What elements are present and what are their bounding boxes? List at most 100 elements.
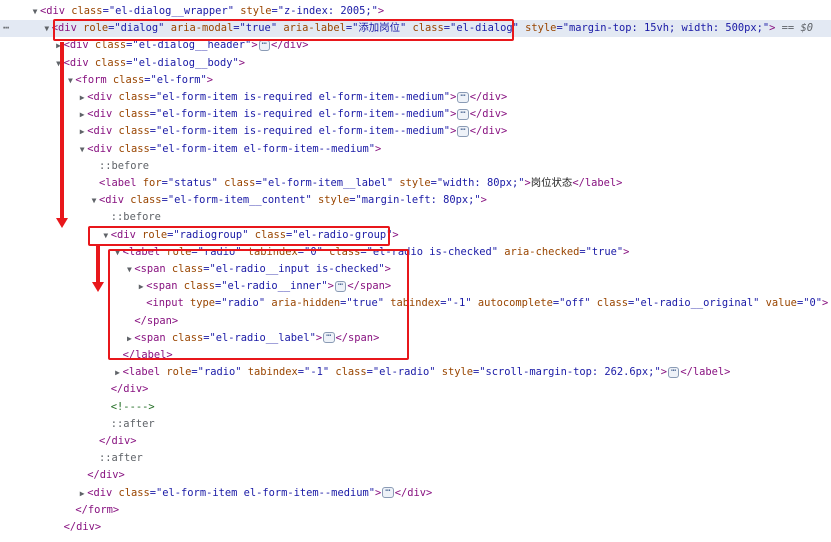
dom-node-row[interactable]: ▶ <label role="radio" tabindex="-1" class… [0,364,831,381]
attr-name: style [393,177,431,189]
tag-token: </div> [394,486,433,499]
punctuation: =" [255,177,268,189]
text-node: 岗位状态 [530,177,573,189]
attr-value: el-form-item el-form-item--medium [162,142,369,155]
attr-value: el-radio [379,366,430,379]
punctuation: =" [144,73,157,86]
collapse-triangle-icon[interactable]: ▼ [89,192,99,209]
tag-token: > [377,5,385,17]
collapse-triangle-icon[interactable]: ▼ [65,72,75,89]
dom-node-row[interactable]: ::after [0,450,831,467]
ellipsis-icon[interactable]: ⋯ [667,366,680,378]
attr-value: el-dialog__body [138,56,233,69]
dom-node-row[interactable]: ▶ <div class="el-form-item is-required el… [0,89,831,106]
attr-value: width: 80px; [443,177,519,189]
dom-node-row[interactable]: </div> [0,467,831,484]
attr-name: aria-checked [498,245,580,258]
punctuation: =" [149,91,163,103]
tag-token: > [480,194,487,207]
comment-node: <!----> [110,400,155,413]
pseudo-element: ::before [110,211,161,224]
tag-token: </div> [110,383,149,396]
dom-node-row[interactable]: ▼ <form class="el-form"> [0,72,831,89]
ellipsis-icon[interactable]: ⋯ [457,125,469,137]
attr-name: value [759,297,797,310]
collapse-triangle-icon[interactable]: ▼ [42,20,52,37]
tag-token: > [450,91,457,103]
collapse-triangle-icon[interactable]: ▼ [77,141,87,158]
punctuation: =" [440,297,453,310]
annotation-box-radiogroup [88,226,390,246]
punctuation: =" [149,486,163,499]
attr-value: el-form-item__label [267,177,387,189]
dom-node-row[interactable]: ▶ <div class="el-form-item is-required el… [0,106,831,123]
attr-name: style [435,366,474,379]
expand-triangle-icon[interactable]: ▶ [113,364,123,381]
tag-token: </div> [469,125,508,138]
attr-name: class [217,177,256,189]
dom-node-row[interactable]: ::after [0,416,831,433]
punctuation: =" [126,56,139,69]
attr-name: style [518,22,557,35]
tag-token: <div [40,5,66,17]
punctuation: =" [271,5,285,17]
attr-value: off [565,297,585,310]
dom-node-row[interactable]: ▶ <div class="el-form-item is-required el… [0,123,831,140]
punctuation: =" [473,366,486,379]
dom-node-row[interactable]: ▼ <div class="el-dialog__wrapper" style="… [0,3,831,20]
tag-token: <div [63,56,89,69]
attr-value: el-radio__original [640,297,754,310]
attr-name: class [106,73,145,86]
dom-node-row[interactable]: ::before [0,209,831,226]
attr-name: role [160,366,192,379]
annotation-arrow-shaft-2 [96,244,100,286]
tag-token: <div [99,194,125,207]
expand-triangle-icon[interactable]: ▶ [77,123,87,140]
attr-name: style [233,5,272,17]
tag-token: > [822,297,829,310]
punctuation: =" [149,125,163,138]
pseudo-element: ::after [110,417,155,430]
expand-triangle-icon[interactable]: ▶ [77,89,87,106]
attr-value: el-form-item is-required el-form-item--m… [162,125,444,138]
dom-node-row[interactable]: <!----> [0,399,831,416]
ellipsis-icon[interactable]: ⋯ [457,91,469,103]
ellipsis-icon[interactable]: ⋯ [382,487,394,499]
attr-name: class [112,108,150,121]
tag-token: > [206,73,214,86]
dom-node-row[interactable]: ▼ <div class="el-dialog__body"> [0,55,831,72]
punctuation: =" [349,194,362,207]
dom-node-row[interactable]: </div> [0,381,831,398]
expand-triangle-icon[interactable]: ▶ [77,106,87,123]
more-options-icon[interactable]: ⋯ [3,20,10,37]
dom-node-row[interactable]: <label for="status" class="el-form-item_… [0,175,831,192]
attr-name: class [124,194,162,207]
tag-token: > [251,39,258,52]
attr-value: true [591,245,617,258]
annotation-arrow-head-1 [56,218,68,228]
ellipsis-icon[interactable]: ⋯ [457,108,469,120]
dom-node-row[interactable]: ▶ <div class="el-form-item el-form-item--… [0,485,831,502]
punctuation: =" [161,194,175,207]
attr-name: class [112,91,150,103]
dom-node-row[interactable]: ::before [0,158,831,175]
tag-token: <div [87,91,113,103]
attr-name: style [311,194,350,207]
annotation-arrow-shaft-1 [60,42,64,222]
collapse-triangle-icon[interactable]: ▼ [30,3,40,20]
attr-value: el-form-item is-required el-form-item--m… [162,108,444,121]
dom-node-row[interactable]: ▼ <div class="el-form-item el-form-item--… [0,141,831,158]
attr-value: el-form [156,73,201,86]
punctuation: =" [366,366,380,379]
dom-node-row[interactable]: </div> [0,433,831,450]
expand-triangle-icon[interactable]: ▶ [77,485,87,502]
dom-node-row[interactable]: </form> [0,502,831,519]
dom-node-row[interactable]: ▼ <div class="el-form-item__content" styl… [0,192,831,209]
tag-token: <form [75,73,107,86]
tag-token: <div [87,125,113,138]
dom-node-row[interactable]: </div> [0,519,831,536]
attr-value: el-dialog__wrapper [115,5,228,17]
attr-value: -1 [452,297,466,310]
attr-value: margin-top: 15vh; width: 500px; [568,22,763,35]
ellipsis-icon[interactable]: ⋯ [258,39,270,51]
